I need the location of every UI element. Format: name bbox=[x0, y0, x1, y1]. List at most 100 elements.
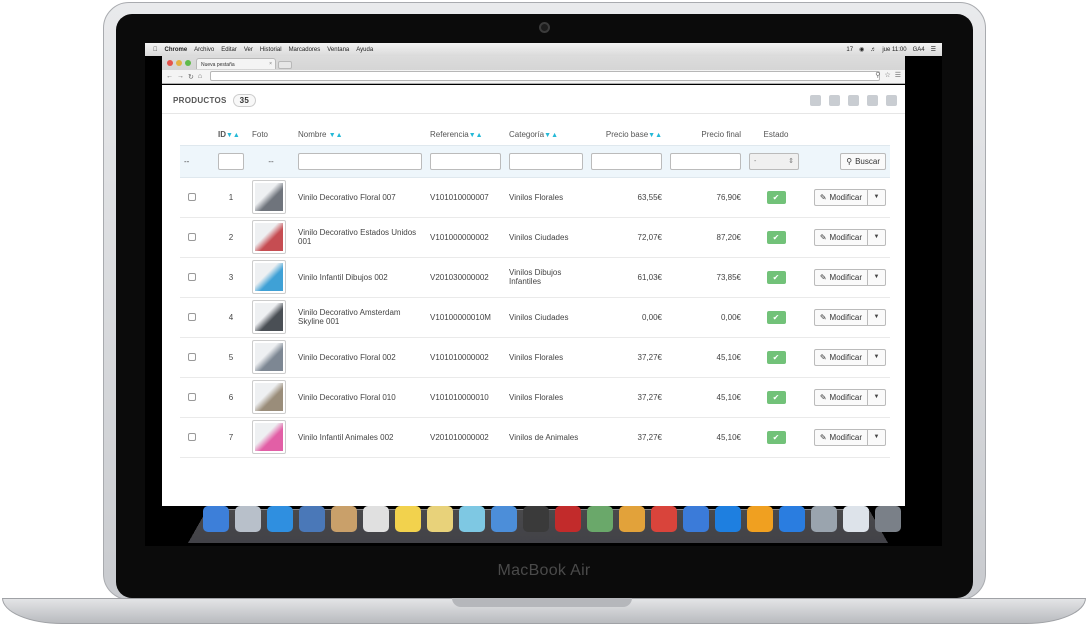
notes-icon[interactable] bbox=[395, 506, 421, 532]
refresh-icon[interactable] bbox=[886, 95, 897, 106]
table-row[interactable]: 6 Vinilo Decorativo Floral 010 V10101000… bbox=[180, 377, 890, 418]
row-checkbox[interactable] bbox=[188, 433, 196, 441]
calendar-icon[interactable] bbox=[363, 506, 389, 532]
status-active-icon[interactable]: ✔ bbox=[766, 390, 786, 404]
sort-icon[interactable]: ▼▲ bbox=[544, 132, 558, 139]
col-nombre[interactable]: Nombre ▼▲ bbox=[294, 125, 426, 145]
star-icon[interactable]: ☆ bbox=[884, 71, 890, 79]
menu-archivo[interactable]: Archivo bbox=[194, 47, 214, 53]
export-icon[interactable] bbox=[829, 95, 840, 106]
row-checkbox[interactable] bbox=[188, 313, 196, 321]
status-active-icon[interactable]: ✔ bbox=[766, 230, 786, 244]
itunes-icon[interactable] bbox=[715, 506, 741, 532]
row-name[interactable]: Vinilo Decorativo Amsterdam Skyline 001 bbox=[294, 297, 426, 338]
dropdown-caret-icon[interactable]: ▼ bbox=[868, 388, 886, 406]
edit-button[interactable]: ✎ Modificar bbox=[813, 348, 868, 366]
tab-close-icon[interactable]: × bbox=[269, 61, 272, 67]
dropdown-caret-icon[interactable]: ▼ bbox=[868, 228, 886, 246]
col-categoria[interactable]: Categoría▼▲ bbox=[505, 125, 587, 145]
browser-tab[interactable]: Nueva pestaña × bbox=[196, 58, 276, 69]
iphoto-icon[interactable] bbox=[587, 506, 613, 532]
menu-editar[interactable]: Editar bbox=[221, 47, 237, 53]
edit-button[interactable]: ✎ Modificar bbox=[813, 308, 868, 326]
filter-id-input[interactable] bbox=[218, 152, 244, 170]
messages-icon[interactable] bbox=[459, 506, 485, 532]
row-checkbox[interactable] bbox=[188, 273, 196, 281]
trash-icon[interactable] bbox=[875, 506, 901, 532]
app-store-icon[interactable] bbox=[779, 506, 805, 532]
dropdown-caret-icon[interactable]: ▼ bbox=[868, 348, 886, 366]
launchpad-icon[interactable] bbox=[235, 506, 261, 532]
product-thumbnail[interactable] bbox=[252, 220, 286, 254]
table-row[interactable]: 3 Vinilo Infantil Dibujos 002 V201030000… bbox=[180, 257, 890, 298]
back-icon[interactable]: ← bbox=[166, 73, 173, 80]
keynote-icon[interactable] bbox=[683, 506, 709, 532]
status-active-icon[interactable]: ✔ bbox=[766, 270, 786, 284]
maximize-icon[interactable] bbox=[185, 60, 191, 66]
book-icon[interactable] bbox=[555, 506, 581, 532]
sort-icon[interactable]: ▼▲ bbox=[469, 132, 483, 139]
reload-icon[interactable]: ↻ bbox=[188, 73, 194, 81]
ibooks-icon[interactable] bbox=[747, 506, 773, 532]
status-active-icon[interactable]: ✔ bbox=[766, 310, 786, 324]
col-precio-base[interactable]: Precio base▼▲ bbox=[587, 125, 666, 145]
home-icon[interactable]: ⌂ bbox=[198, 73, 202, 80]
new-tab-button[interactable] bbox=[278, 61, 292, 69]
row-checkbox[interactable] bbox=[188, 193, 196, 201]
product-thumbnail[interactable] bbox=[252, 420, 286, 454]
filter-nombre-input[interactable] bbox=[298, 152, 422, 170]
product-thumbnail[interactable] bbox=[252, 180, 286, 214]
product-thumbnail[interactable] bbox=[252, 300, 286, 334]
wifi-icon[interactable]: ◉ bbox=[859, 46, 864, 53]
product-thumbnail[interactable] bbox=[252, 340, 286, 374]
address-bar[interactable] bbox=[210, 71, 880, 81]
row-name[interactable]: Vinilo Decorativo Floral 010 bbox=[294, 377, 426, 418]
table-row[interactable]: 7 Vinilo Infantil Animales 002 V20101000… bbox=[180, 417, 890, 458]
menu-marcadores[interactable]: Marcadores bbox=[289, 47, 321, 53]
filter-estado-select[interactable]: - ⇕ bbox=[749, 152, 799, 170]
sort-icon[interactable]: ▼▲ bbox=[329, 132, 343, 139]
filter-precio-base-input[interactable] bbox=[591, 152, 662, 170]
add-new-icon[interactable] bbox=[810, 95, 821, 106]
sort-icon[interactable]: ▼▲ bbox=[648, 132, 662, 139]
apple-icon[interactable]:  bbox=[153, 47, 158, 53]
row-name[interactable]: Vinilo Decorativo Floral 007 bbox=[294, 177, 426, 218]
close-icon[interactable] bbox=[167, 60, 173, 66]
edit-button[interactable]: ✎ Modificar bbox=[813, 388, 868, 406]
dropdown-caret-icon[interactable]: ▼ bbox=[868, 188, 886, 206]
product-thumbnail[interactable] bbox=[252, 380, 286, 414]
user-name[interactable]: GA4 bbox=[913, 47, 925, 53]
reminders-icon[interactable] bbox=[427, 506, 453, 532]
row-checkbox[interactable] bbox=[188, 233, 196, 241]
system-preferences-icon[interactable] bbox=[811, 506, 837, 532]
row-name[interactable]: Vinilo Decorativo Floral 002 bbox=[294, 337, 426, 378]
edit-button[interactable]: ✎ Modificar bbox=[813, 228, 868, 246]
menu-ver[interactable]: Ver bbox=[244, 47, 253, 53]
dropdown-caret-icon[interactable]: ▼ bbox=[868, 428, 886, 446]
menu-ayuda[interactable]: Ayuda bbox=[356, 47, 373, 53]
import-icon[interactable] bbox=[848, 95, 859, 106]
filter-referencia-input[interactable] bbox=[430, 152, 501, 170]
zoom-icon[interactable]: ⚲ bbox=[875, 71, 880, 79]
edit-button[interactable]: ✎ Modificar bbox=[813, 268, 868, 286]
facetime-icon[interactable] bbox=[491, 506, 517, 532]
safari-icon[interactable] bbox=[267, 506, 293, 532]
product-thumbnail[interactable] bbox=[252, 260, 286, 294]
edit-button[interactable]: ✎ Modificar bbox=[813, 188, 868, 206]
col-id[interactable]: ID▼▲ bbox=[214, 125, 248, 145]
dropdown-caret-icon[interactable]: ▼ bbox=[868, 308, 886, 326]
row-name[interactable]: Vinilo Decorativo Estados Unidos 001 bbox=[294, 217, 426, 258]
status-badge[interactable]: 17 bbox=[846, 47, 853, 53]
photo-booth-icon[interactable] bbox=[523, 506, 549, 532]
row-checkbox[interactable] bbox=[188, 353, 196, 361]
mail-icon[interactable] bbox=[299, 506, 325, 532]
volume-icon[interactable]: ♬ bbox=[870, 47, 876, 53]
edit-button[interactable]: ✎ Modificar bbox=[813, 428, 868, 446]
finder-icon[interactable] bbox=[203, 506, 229, 532]
table-row[interactable]: 5 Vinilo Decorativo Floral 002 V10101000… bbox=[180, 337, 890, 378]
row-checkbox[interactable] bbox=[188, 393, 196, 401]
menu-app[interactable]: Chrome bbox=[165, 47, 188, 53]
search-button[interactable]: ⚲ Buscar bbox=[840, 152, 886, 170]
table-row[interactable]: 4 Vinilo Decorativo Amsterdam Skyline 00… bbox=[180, 297, 890, 338]
status-active-icon[interactable]: ✔ bbox=[766, 430, 786, 444]
